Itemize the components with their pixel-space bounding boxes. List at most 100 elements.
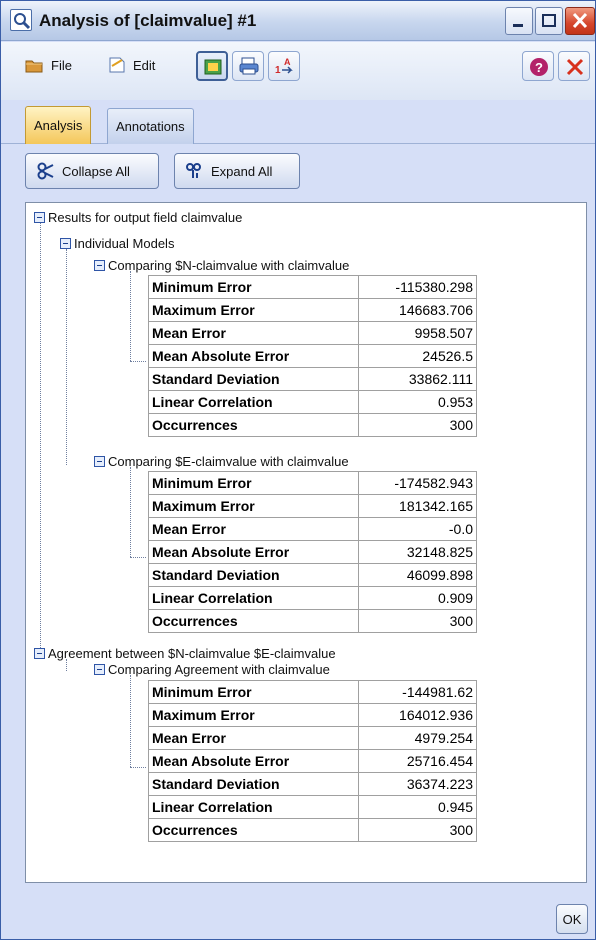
close-output-button[interactable] bbox=[558, 51, 590, 81]
title-bar: Analysis of [claimvalue] #1 bbox=[1, 1, 595, 41]
agreement-label: Agreement between $N-claimvalue $E-claim… bbox=[48, 645, 336, 661]
table-row: Mean Absolute Error 25716.454 bbox=[148, 749, 477, 773]
table-row: Standard Deviation 33862.111 bbox=[148, 367, 477, 391]
collapse-node-icon[interactable] bbox=[34, 647, 45, 659]
stat-value: 181342.165 bbox=[358, 494, 477, 518]
tree-node-root[interactable]: Results for output field claimvalue bbox=[34, 208, 242, 226]
stat-name: Mean Error bbox=[148, 321, 359, 345]
minimize-button[interactable] bbox=[505, 7, 533, 35]
stats-table: Minimum Error -115380.298 Maximum Error 14… bbox=[148, 275, 477, 437]
stat-value: 300 bbox=[358, 413, 477, 437]
stat-name: Minimum Error bbox=[148, 680, 359, 704]
stat-value: 24526.5 bbox=[358, 344, 477, 368]
tree-node-model[interactable]: Comparing $E-claimvalue with claimvalue bbox=[94, 452, 349, 470]
table-row: Maximum Error 181342.165 bbox=[148, 494, 477, 518]
stat-value: -115380.298 bbox=[358, 275, 477, 299]
stat-value: 33862.111 bbox=[358, 367, 477, 391]
edit-menu-label: Edit bbox=[133, 57, 156, 73]
table-row: Minimum Error -174582.943 bbox=[148, 471, 477, 495]
close-icon bbox=[566, 58, 584, 76]
help-button[interactable]: ? bbox=[522, 51, 554, 81]
stat-name: Linear Correlation bbox=[148, 390, 359, 414]
print-button[interactable] bbox=[232, 51, 264, 81]
table-row: Mean Absolute Error 32148.825 bbox=[148, 540, 477, 564]
collapse-node-icon[interactable] bbox=[60, 237, 71, 249]
svg-text:?: ? bbox=[535, 60, 543, 75]
magnifier-icon bbox=[10, 9, 32, 31]
stat-name: Linear Correlation bbox=[148, 795, 359, 819]
stat-value: 0.953 bbox=[358, 390, 477, 414]
edit-menu-icon bbox=[109, 57, 125, 73]
collapse-node-icon[interactable] bbox=[94, 455, 105, 467]
stat-name: Standard Deviation bbox=[148, 367, 359, 391]
generate-button[interactable]: 1 A bbox=[268, 51, 300, 81]
stat-name: Standard Deviation bbox=[148, 772, 359, 796]
stat-value: 32148.825 bbox=[358, 540, 477, 564]
printer-icon bbox=[239, 57, 259, 75]
table-row: Standard Deviation 46099.898 bbox=[148, 563, 477, 587]
tree-connector bbox=[130, 675, 131, 767]
stat-name: Linear Correlation bbox=[148, 586, 359, 610]
stat-name: Occurrences bbox=[148, 609, 359, 633]
stat-value: 0.945 bbox=[358, 795, 477, 819]
file-menu-icon bbox=[25, 60, 43, 73]
table-row: Maximum Error 164012.936 bbox=[148, 703, 477, 727]
collapse-node-icon[interactable] bbox=[34, 211, 45, 223]
tab-analysis[interactable]: Analysis bbox=[25, 106, 92, 144]
window-close-button[interactable] bbox=[565, 7, 595, 35]
edit-menu[interactable]: Edit bbox=[101, 52, 161, 78]
tree-node-individual-models[interactable]: Individual Models bbox=[60, 234, 174, 252]
tree-connector bbox=[66, 659, 67, 671]
file-menu[interactable]: File bbox=[17, 52, 78, 78]
table-row: Minimum Error -144981.62 bbox=[148, 680, 477, 704]
stat-value: 164012.936 bbox=[358, 703, 477, 727]
maximize-button[interactable] bbox=[535, 7, 563, 35]
tree-connector bbox=[66, 249, 67, 465]
root-node-label: Results for output field claimvalue bbox=[48, 209, 243, 225]
export-icon bbox=[204, 59, 222, 75]
collapse-node-icon[interactable] bbox=[94, 259, 105, 271]
stat-name: Minimum Error bbox=[148, 471, 359, 495]
tab-annotations[interactable]: Annotations bbox=[107, 108, 194, 144]
expand-all-button[interactable]: Expand All bbox=[174, 153, 300, 189]
results-tree-panel[interactable]: Results for output field claimvalue Indi… bbox=[25, 202, 587, 883]
stats-table: Minimum Error -144981.62 Maximum Error 164… bbox=[148, 680, 477, 842]
tree-connector bbox=[40, 222, 41, 658]
stat-name: Mean Error bbox=[148, 726, 359, 750]
ok-button[interactable]: OK bbox=[556, 904, 588, 934]
stat-name: Occurrences bbox=[148, 818, 359, 842]
stat-value: 146683.706 bbox=[358, 298, 477, 322]
svg-text:1: 1 bbox=[275, 65, 281, 76]
svg-text:A: A bbox=[284, 57, 291, 67]
table-row: Linear Correlation 0.953 bbox=[148, 390, 477, 414]
table-row: Linear Correlation 0.945 bbox=[148, 795, 477, 819]
stat-value: 300 bbox=[358, 818, 477, 842]
collapse-icon bbox=[36, 161, 56, 181]
export-button[interactable] bbox=[196, 51, 228, 81]
collapse-all-label: Collapse All bbox=[62, 163, 130, 179]
stat-name: Minimum Error bbox=[148, 275, 359, 299]
table-row: Occurrences 300 bbox=[148, 818, 477, 842]
tree-actions: Collapse All Expand All bbox=[1, 145, 595, 197]
stat-name: Maximum Error bbox=[148, 298, 359, 322]
stat-name: Standard Deviation bbox=[148, 563, 359, 587]
collapse-all-button[interactable]: Collapse All bbox=[25, 153, 159, 189]
stat-name: Mean Absolute Error bbox=[148, 344, 359, 368]
stat-value: -0.0 bbox=[358, 517, 477, 541]
table-row: Mean Error 4979.254 bbox=[148, 726, 477, 750]
stat-value: -144981.62 bbox=[358, 680, 477, 704]
expand-icon bbox=[185, 161, 205, 181]
tree-node-model[interactable]: Comparing Agreement with claimvalue bbox=[94, 660, 330, 678]
stat-name: Mean Error bbox=[148, 517, 359, 541]
model-comparison-label: Comparing $N-claimvalue with claimvalue bbox=[108, 257, 350, 273]
tree-node-model[interactable]: Comparing $N-claimvalue with claimvalue bbox=[94, 256, 349, 274]
help-icon: ? bbox=[530, 58, 548, 76]
stat-value: 46099.898 bbox=[358, 563, 477, 587]
tree-connector bbox=[130, 467, 131, 557]
stat-value: 0.909 bbox=[358, 586, 477, 610]
tree-connector bbox=[130, 767, 146, 768]
collapse-node-icon[interactable] bbox=[94, 663, 105, 675]
stats-table: Minimum Error -174582.943 Maximum Error 18… bbox=[148, 471, 477, 633]
model-comparison-label: Comparing $E-claimvalue with claimvalue bbox=[108, 453, 349, 469]
sort-numbers-icon: 1 A bbox=[275, 57, 293, 76]
